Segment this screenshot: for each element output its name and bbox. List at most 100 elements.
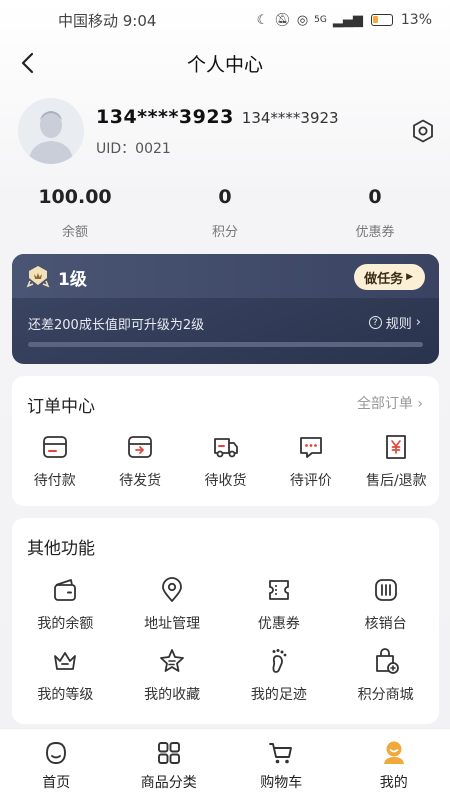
stat-label: 优惠券 — [355, 225, 395, 240]
function-label: 我的余额 — [37, 616, 94, 632]
scan-counter-icon — [374, 579, 397, 601]
stat-label: 余额 — [61, 225, 88, 240]
footprint-icon — [272, 649, 287, 673]
status-icons: ☾ 🔕︎ ◎ 5G ▂▄▆ 13% — [257, 12, 432, 28]
tab-label: 购物车 — [260, 775, 303, 791]
func-my-balance[interactable]: 我的余额 — [12, 576, 119, 633]
profile-section: 134****3923 134****3923 UID：0021 — [18, 98, 438, 166]
status-bar: 中国移动 9:04 ☾ 🔕︎ ◎ 5G ▂▄▆ 13% — [0, 0, 450, 40]
order-item-label: 待收货 — [204, 473, 247, 489]
default-avatar-icon — [28, 111, 74, 164]
carrier-time: 中国移动 9:04 — [58, 11, 157, 30]
func-my-favorites[interactable]: 我的收藏 — [119, 647, 226, 704]
order-pending-payment[interactable]: 待付款 — [12, 432, 97, 490]
tab-mine[interactable]: 我的 — [338, 729, 450, 800]
function-label: 核销台 — [364, 616, 407, 632]
location-pin-icon — [162, 577, 183, 602]
wallet-icon — [54, 579, 77, 601]
function-label: 积分商城 — [357, 687, 414, 703]
question-icon: ? — [368, 316, 382, 329]
nav-bar: 个人中心 — [0, 42, 450, 84]
order-center-title: 订单中心 — [27, 397, 95, 417]
wallet-card-icon — [42, 436, 67, 458]
level-badge-icon — [26, 266, 50, 288]
category-grid-icon — [157, 742, 180, 764]
other-functions-card: 其他功能 我的余额 地址管理 优惠券 核销台 我的等级 我的收藏 我的足迹 积分… — [12, 518, 439, 724]
box-send-icon — [128, 436, 153, 458]
chevron-right-icon: › — [415, 315, 421, 330]
stat-coupons[interactable]: 0 优惠券 — [300, 186, 450, 240]
order-center-card: 订单中心 全部订单 › 待付款 待发货 待收货 待评价 售后/退款 — [12, 376, 439, 506]
tab-cart[interactable]: 购物车 — [225, 729, 338, 800]
user-info: 134****3923 134****3923 — [96, 106, 339, 128]
function-label: 我的足迹 — [250, 687, 307, 703]
chevron-right-icon: › — [417, 396, 423, 412]
func-coupons[interactable]: 优惠券 — [226, 576, 333, 633]
stat-label: 积分 — [211, 225, 238, 240]
tab-categories[interactable]: 商品分类 — [113, 729, 226, 800]
yen-refund-icon — [386, 435, 407, 459]
stats-row: 100.00 余额 0 积分 0 优惠券 — [0, 186, 450, 240]
level-card[interactable]: 1级 做任务 ▶ 还差200成长值即可升级为2级 ? 规则 › — [12, 254, 439, 364]
stat-value: 100.00 — [38, 186, 112, 208]
other-functions-title: 其他功能 — [27, 539, 95, 559]
signal-icon: ▂▄▆ — [332, 12, 363, 28]
tab-home[interactable]: 首页 — [0, 729, 113, 800]
rules-label: 规则 — [385, 317, 412, 332]
function-label: 我的收藏 — [144, 687, 201, 703]
profile-icon — [383, 741, 404, 764]
uid-value: 0021 — [135, 141, 171, 157]
function-label: 我的等级 — [37, 687, 94, 703]
points-bag-icon — [375, 648, 399, 674]
func-my-level[interactable]: 我的等级 — [12, 647, 119, 704]
hotspot-icon: ◎ — [296, 12, 309, 28]
order-pending-shipment[interactable]: 待发货 — [97, 432, 182, 490]
order-item-label: 待发货 — [119, 473, 162, 489]
order-item-label: 售后/退款 — [365, 473, 427, 489]
star-icon — [160, 649, 185, 672]
network-label: 5G — [314, 15, 327, 25]
uid-label: UID： — [96, 141, 136, 157]
bottom-tab-bar: 首页 商品分类 购物车 我的 — [0, 728, 450, 800]
stat-balance[interactable]: 100.00 余额 — [0, 186, 150, 240]
stat-points[interactable]: 0 积分 — [150, 186, 300, 240]
func-verify-counter[interactable]: 核销台 — [332, 576, 439, 633]
level-name: 1级 — [58, 270, 87, 290]
home-icon — [46, 742, 67, 764]
level-hint: 还差200成长值即可升级为2级 — [28, 318, 205, 333]
order-item-label: 待评价 — [289, 473, 332, 489]
order-item-label: 待付款 — [33, 473, 76, 489]
func-points-mall[interactable]: 积分商城 — [332, 647, 439, 704]
chat-bubble-icon — [300, 437, 322, 458]
page-title: 个人中心 — [186, 53, 263, 76]
avatar[interactable] — [18, 98, 84, 164]
truck-icon — [213, 438, 238, 458]
do-task-button[interactable]: 做任务 ▶ — [354, 264, 425, 290]
user-name: 134****3923 — [96, 106, 234, 128]
function-label: 优惠券 — [257, 616, 300, 632]
triangle-right-icon: ▶ — [406, 272, 413, 282]
rules-link[interactable]: ? 规则 › — [368, 313, 421, 332]
settings-button[interactable] — [410, 118, 436, 144]
func-address[interactable]: 地址管理 — [119, 576, 226, 633]
mute-icon: 🔕︎ — [274, 12, 291, 28]
tab-label: 我的 — [379, 775, 408, 791]
order-pending-review[interactable]: 待评价 — [268, 432, 353, 490]
all-orders-label: 全部订单 — [356, 396, 413, 412]
all-orders-link[interactable]: 全部订单 › — [357, 393, 423, 413]
do-task-label: 做任务 — [364, 271, 404, 287]
func-my-footprints[interactable]: 我的足迹 — [226, 647, 333, 704]
stat-value: 0 — [368, 186, 382, 208]
tab-label: 首页 — [42, 775, 71, 791]
order-status-row: 待付款 待发货 待收货 待评价 售后/退款 — [12, 432, 439, 490]
function-label: 地址管理 — [144, 616, 201, 632]
user-phone: 134****3923 — [241, 109, 339, 127]
user-uid: UID：0021 — [96, 138, 171, 158]
order-pending-receipt[interactable]: 待收货 — [183, 432, 268, 490]
order-after-sales[interactable]: 售后/退款 — [354, 432, 439, 490]
back-button[interactable] — [12, 48, 42, 78]
battery-percent: 13% — [400, 12, 432, 28]
coupon-icon — [268, 580, 289, 600]
cart-icon — [269, 743, 293, 764]
function-grid: 我的余额 地址管理 优惠券 核销台 我的等级 我的收藏 我的足迹 积分商城 — [12, 576, 439, 704]
